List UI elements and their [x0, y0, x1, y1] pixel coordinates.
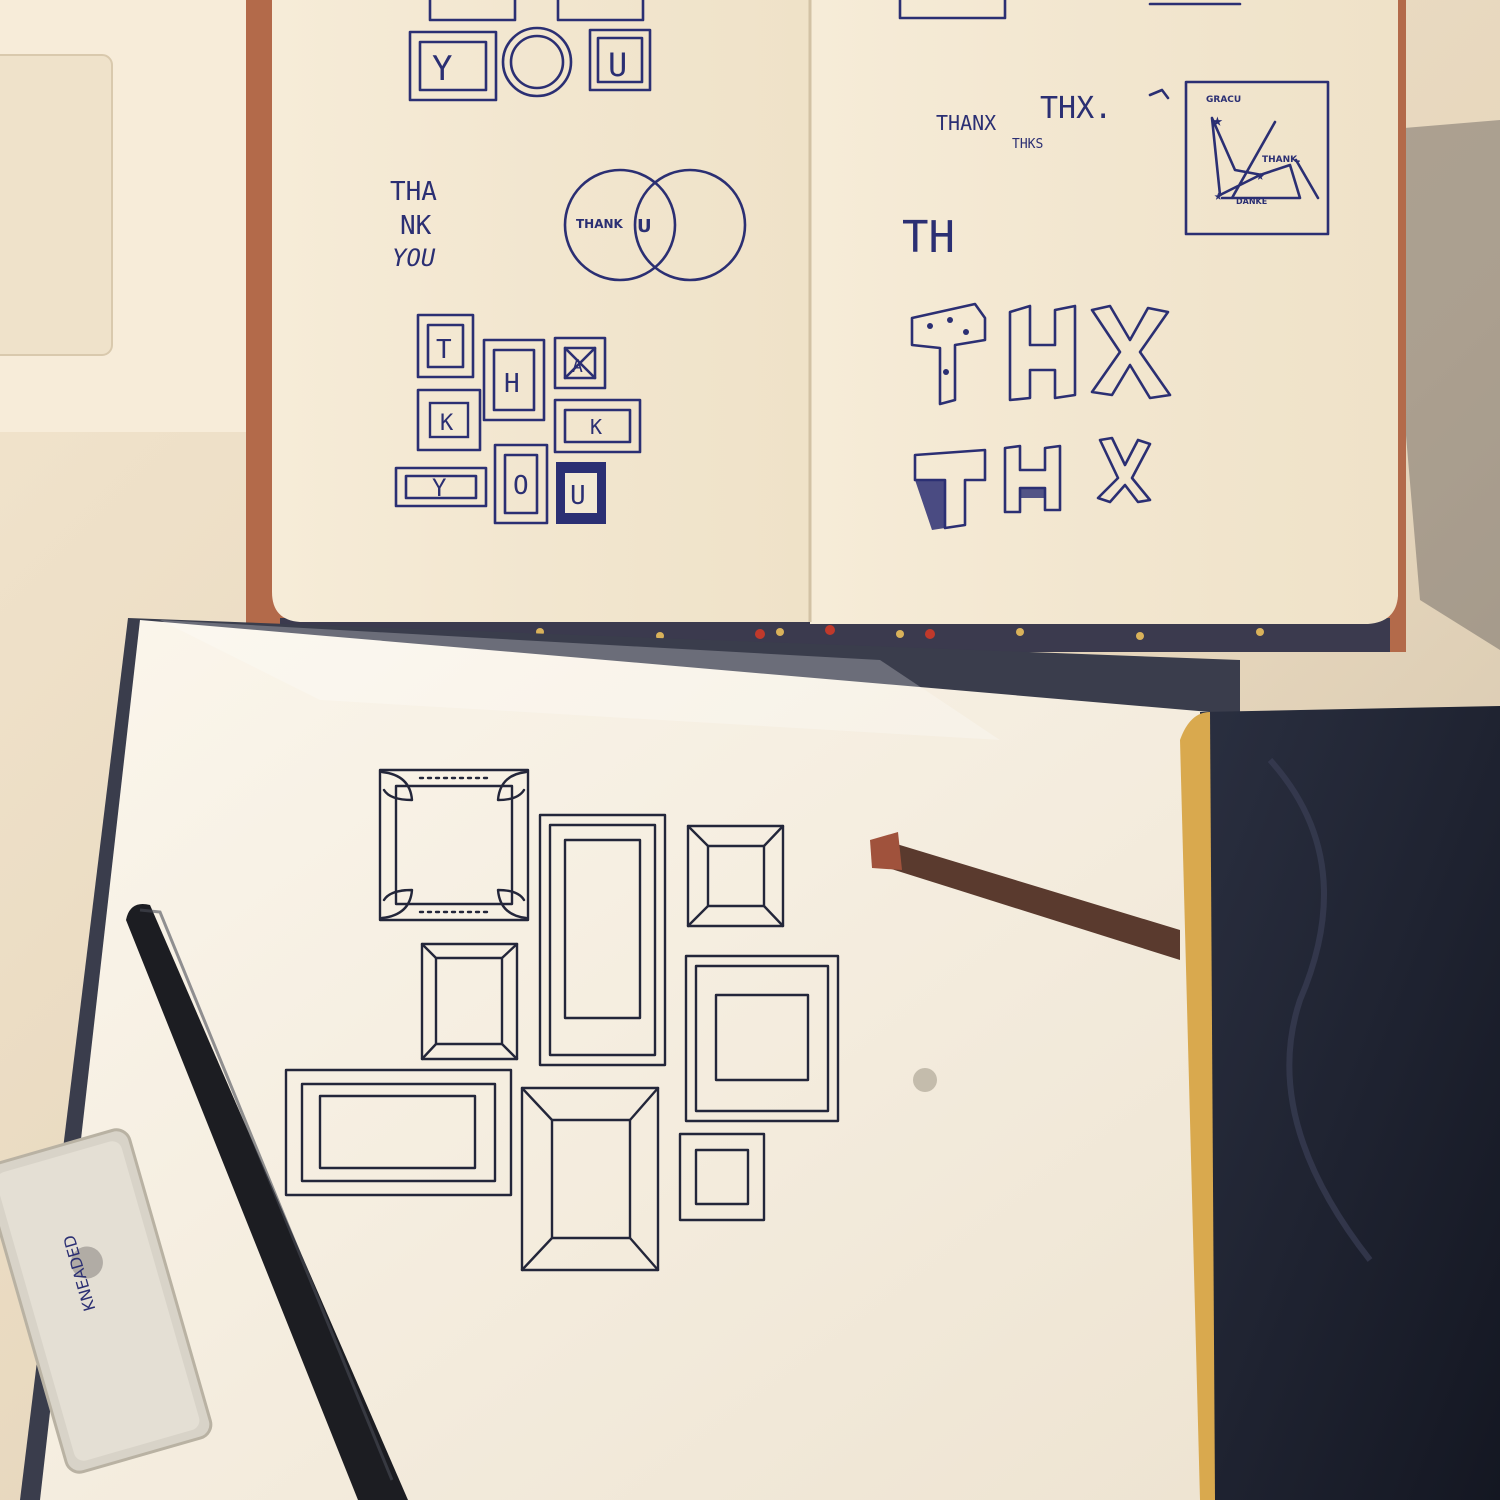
stacked-word-2: NK — [400, 211, 432, 241]
notebook-left-page — [272, 0, 810, 622]
gallery-letter-y: Y — [432, 474, 447, 502]
word-thks: THKS — [1012, 137, 1043, 152]
constellation-label-top: GRACU — [1206, 95, 1241, 105]
frame-letter-y: Y — [432, 49, 452, 89]
photo-scene: Y U THA NK YOU THANK U T H A K K Y O U T… — [0, 0, 1500, 1500]
gallery-letter-k1: K — [440, 411, 454, 436]
venn-left-text: THANK — [576, 217, 624, 231]
stacked-word-3: YOU — [392, 244, 436, 272]
constellation-label-bottom: DANKE — [1236, 197, 1267, 206]
star-2: ★ — [1256, 168, 1265, 184]
venn-right-text: U — [637, 216, 652, 237]
gallery-letter-k2: K — [590, 415, 602, 439]
envelope — [0, 0, 248, 432]
word-thanx: THANX — [936, 111, 996, 135]
eraser-crumb — [913, 1068, 937, 1092]
word-thx: THX. — [1040, 91, 1112, 126]
word-th: TH — [902, 212, 955, 263]
star-3: ★ — [1214, 188, 1223, 204]
stacked-word-1: THA — [390, 177, 437, 207]
black-notebook — [1180, 706, 1500, 1500]
gallery-letter-u: U — [570, 481, 586, 511]
gallery-letter-t: T — [436, 335, 452, 365]
frame-letter-u: U — [608, 46, 627, 84]
star-1: ★ — [1212, 110, 1223, 131]
constellation-label-mid: THANK. — [1262, 155, 1301, 165]
gallery-letter-h: H — [504, 369, 520, 399]
gallery-letter-a: A — [572, 356, 583, 377]
gallery-letter-o: O — [513, 471, 529, 501]
